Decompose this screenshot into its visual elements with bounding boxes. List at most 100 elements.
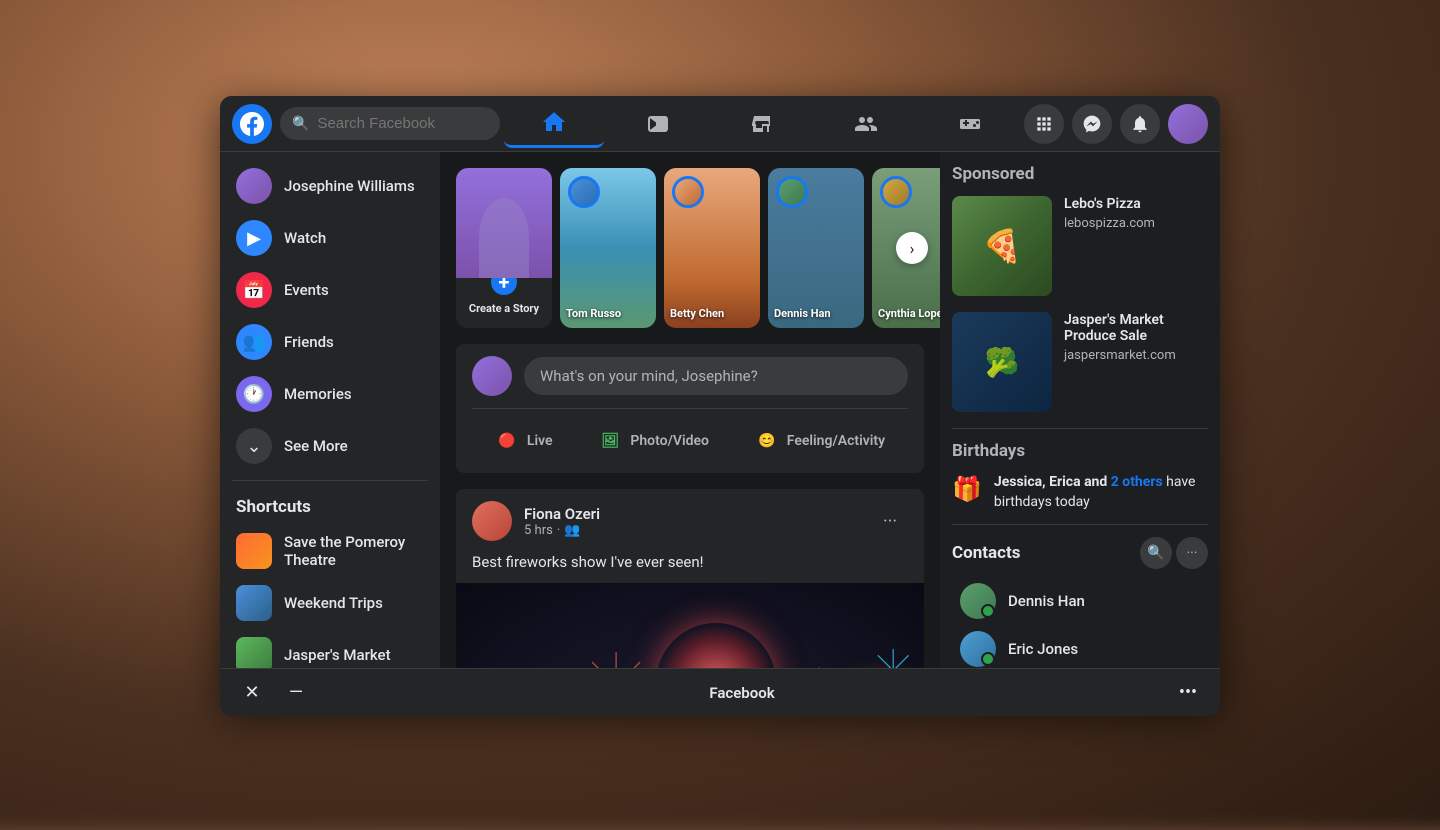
contact-dennis[interactable]: Dennis Han: [952, 577, 1208, 625]
shortcut-weekend[interactable]: Weekend Trips: [224, 577, 436, 629]
post-username: Fiona Ozeri: [524, 505, 860, 523]
ad-title-jaspers: Jasper's Market Produce Sale: [1064, 312, 1208, 344]
post-dot: ·: [557, 523, 560, 538]
tab-groups[interactable]: [816, 100, 916, 148]
ad-lebo[interactable]: 🍕 Lebo's Pizza lebospizza.com: [952, 196, 1208, 296]
tab-marketplace[interactable]: [712, 100, 812, 148]
ad-thumb-jaspers: 🥦: [952, 312, 1052, 412]
sidebar-friends-label: Friends: [284, 333, 334, 351]
story-name-dennis: Dennis Han: [774, 307, 858, 320]
post-user-info: Fiona Ozeri 5 hrs · 👥: [524, 505, 860, 538]
shortcut-label-weekend: Weekend Trips: [284, 594, 383, 612]
story-name-betty: Betty Chen: [670, 307, 754, 320]
post-composer: What's on your mind, Josephine? 🔴 Live 🖼…: [456, 344, 924, 473]
topnav: 🔍: [220, 96, 1220, 152]
composer-feeling-label: Feeling/Activity: [787, 433, 885, 449]
sidebar-see-more-label: See More: [284, 437, 348, 455]
contacts-search-button[interactable]: 🔍: [1140, 537, 1172, 569]
shortcut-label-pomeroy: Save the Pomeroy Theatre: [284, 533, 424, 569]
search-box[interactable]: 🔍: [280, 107, 500, 140]
story-name-tom: Tom Russo: [566, 307, 650, 320]
composer-input[interactable]: What's on your mind, Josephine?: [524, 357, 908, 395]
shortcut-pomeroy[interactable]: Save the Pomeroy Theatre: [224, 525, 436, 577]
user-avatar-button[interactable]: [1168, 104, 1208, 144]
composer-avatar: [472, 356, 512, 396]
watch-icon: ▶: [236, 220, 272, 256]
birthday-text: Jessica, Erica and 2 others have birthda…: [994, 473, 1208, 512]
contacts-header: Contacts 🔍 ···: [952, 537, 1208, 569]
sidebar-item-watch[interactable]: ▶ Watch: [224, 212, 436, 264]
contacts-more-button[interactable]: ···: [1176, 537, 1208, 569]
feed: + Create a Story Tom Russo: [440, 152, 940, 710]
shortcut-thumb-pomeroy: [236, 533, 272, 569]
ad-jaspers[interactable]: 🥦 Jasper's Market Produce Sale jaspersma…: [952, 312, 1208, 412]
story-create[interactable]: + Create a Story: [456, 168, 552, 328]
sidebar-watch-label: Watch: [284, 229, 326, 247]
apps-button[interactable]: [1024, 104, 1064, 144]
composer-live-label: Live: [527, 433, 553, 449]
messenger-button[interactable]: [1072, 104, 1112, 144]
sidebar-item-events[interactable]: 📅 Events: [224, 264, 436, 316]
story-name-cynthia: Cynthia Lopez: [878, 307, 940, 320]
sidebar: Josephine Williams ▶ Watch 📅 Events 👥 Fr…: [220, 152, 440, 710]
events-icon: 📅: [236, 272, 272, 308]
taskbar-more-button[interactable]: •••: [1172, 677, 1204, 709]
user-sidebar-avatar: [236, 168, 272, 204]
shortcuts-title: Shortcuts: [220, 489, 440, 525]
tab-gaming[interactable]: [920, 100, 1020, 148]
contact-name-dennis: Dennis Han: [1008, 592, 1085, 610]
birthday-names: Jessica, Erica and 2 others: [994, 474, 1163, 490]
post-text: Best fireworks show I've ever seen!: [456, 553, 924, 583]
memories-icon: 🕐: [236, 376, 272, 412]
search-input[interactable]: [317, 115, 488, 132]
sidebar-item-memories[interactable]: 🕐 Memories: [224, 368, 436, 420]
ad-domain-lebo: lebospizza.com: [1064, 216, 1208, 231]
sidebar-item-friends[interactable]: 👥 Friends: [224, 316, 436, 368]
taskbar-title: Facebook: [324, 684, 1160, 702]
composer-live-button[interactable]: 🔴 Live: [479, 421, 569, 461]
section-divider-2: [952, 524, 1208, 525]
tab-watch[interactable]: [608, 100, 708, 148]
taskbar: ✕ — Facebook •••: [220, 668, 1220, 716]
sidebar-item-user[interactable]: Josephine Williams: [224, 160, 436, 212]
feeling-icon: 😊: [755, 429, 779, 453]
nav-actions: [1024, 104, 1208, 144]
birthday-item: 🎁 Jessica, Erica and 2 others have birth…: [952, 473, 1208, 512]
composer-feeling-button[interactable]: 😊 Feeling/Activity: [739, 421, 901, 461]
photo-icon: 🖼: [598, 429, 622, 453]
notifications-button[interactable]: [1120, 104, 1160, 144]
contact-avatar-dennis: [960, 583, 996, 619]
story-avatar-dennis: [776, 176, 808, 208]
taskbar-close-button[interactable]: ✕: [236, 677, 268, 709]
ad-title-lebo: Lebo's Pizza: [1064, 196, 1208, 212]
story-avatar-betty: [672, 176, 704, 208]
composer-photo-label: Photo/Video: [630, 433, 709, 449]
post-avatar-fiona: [472, 501, 512, 541]
shortcut-label-jaspers: Jasper's Market: [284, 646, 391, 664]
post-time: 5 hrs: [524, 523, 553, 538]
story-tom[interactable]: Tom Russo: [560, 168, 656, 328]
facebook-logo[interactable]: [232, 104, 272, 144]
search-icon: 🔍: [292, 116, 309, 132]
friends-icon: 👥: [236, 324, 272, 360]
stories-next-button[interactable]: ›: [896, 232, 928, 264]
ad-thumb-lebo: 🍕: [952, 196, 1052, 296]
live-icon: 🔴: [495, 429, 519, 453]
contact-eric[interactable]: Eric Jones: [952, 625, 1208, 673]
contacts-title: Contacts: [952, 543, 1136, 563]
birthday-icon: 🎁: [952, 475, 982, 503]
composer-photo-button[interactable]: 🖼 Photo/Video: [582, 421, 725, 461]
contact-name-eric: Eric Jones: [1008, 640, 1078, 658]
sidebar-see-more[interactable]: ⌄ See More: [224, 420, 436, 472]
ad-domain-jaspers: jaspersmarket.com: [1064, 348, 1208, 363]
composer-top: What's on your mind, Josephine?: [472, 356, 908, 396]
post-privacy-icon: 👥: [564, 523, 580, 538]
post-more-button[interactable]: ···: [872, 503, 908, 539]
tab-home[interactable]: [504, 100, 604, 148]
story-dennis[interactable]: Dennis Han: [768, 168, 864, 328]
story-betty[interactable]: Betty Chen: [664, 168, 760, 328]
create-story-label: Create a Story: [462, 302, 546, 315]
sidebar-username: Josephine Williams: [284, 177, 415, 195]
composer-divider: [472, 408, 908, 409]
taskbar-minimize-button[interactable]: —: [280, 677, 312, 709]
